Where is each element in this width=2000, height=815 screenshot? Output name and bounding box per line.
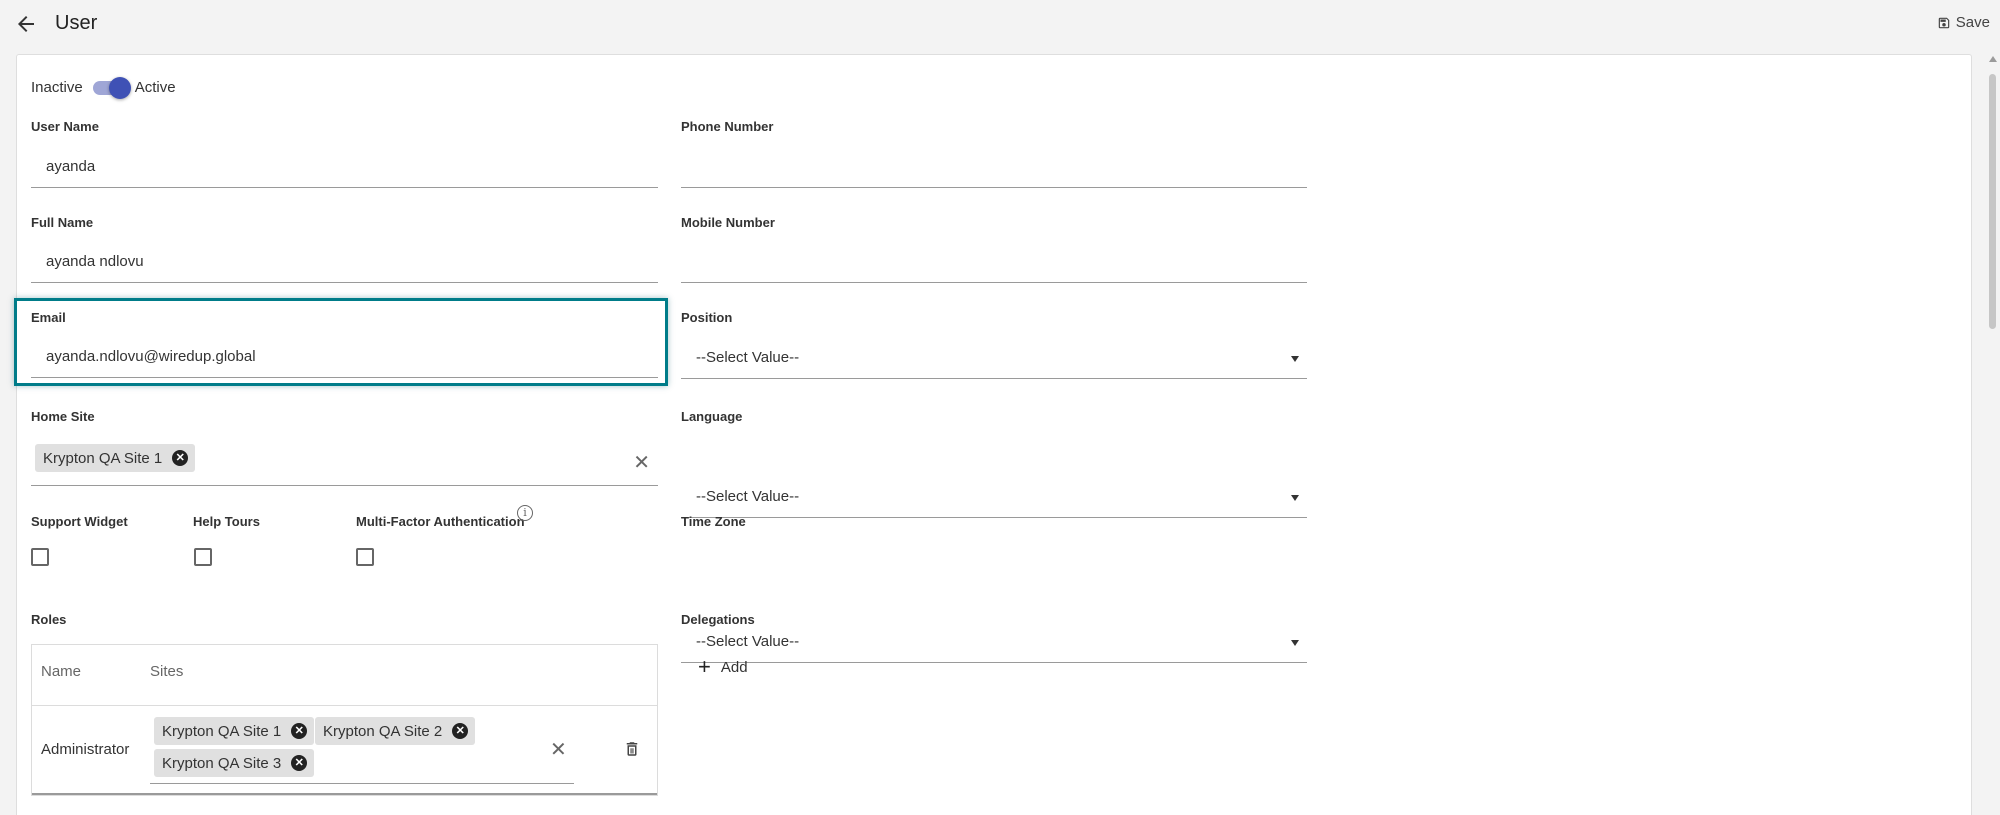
info-icon[interactable]: i: [517, 505, 533, 521]
column-header-name: Name: [41, 663, 82, 680]
toggle-knob: [108, 77, 131, 99]
active-label: Active: [134, 78, 176, 96]
chevron-down-icon: [1291, 495, 1299, 501]
scroll-up-arrow-icon[interactable]: [1989, 56, 1997, 62]
plus-icon: +: [698, 654, 711, 679]
chip-label: Krypton QA Site 1: [43, 449, 163, 467]
close-circle-icon[interactable]: ✕: [172, 450, 189, 466]
scroll-thumb[interactable]: [1989, 74, 1996, 329]
mfa-checkbox[interactable]: [356, 548, 374, 566]
active-toggle-row: Inactive Active: [31, 77, 176, 99]
support-widget-checkbox[interactable]: [31, 548, 49, 566]
row-divider: [32, 705, 657, 706]
inactive-label: Inactive: [31, 78, 83, 96]
chip-label: Krypton QA Site 1: [162, 722, 282, 740]
role-site-chip: Krypton QA Site 1 ✕: [154, 717, 315, 745]
close-circle-icon[interactable]: ✕: [452, 723, 469, 739]
mfa-label: Multi-Factor Authentication: [356, 514, 525, 529]
roles-label: Roles: [31, 612, 67, 627]
clear-home-site-icon[interactable]: ✕: [633, 450, 650, 475]
user-name-label: User Name: [31, 119, 99, 134]
user-name-input[interactable]: ayanda: [31, 148, 658, 188]
language-select[interactable]: --Select Value--: [681, 478, 1307, 518]
full-name-label: Full Name: [31, 215, 94, 230]
close-circle-icon[interactable]: ✕: [291, 755, 308, 771]
position-label: Position: [681, 310, 733, 325]
home-site-label: Home Site: [31, 409, 95, 424]
chip-label: Krypton QA Site 2: [323, 722, 443, 740]
column-header-sites: Sites: [150, 663, 184, 680]
table-bottom-border: [32, 793, 657, 795]
save-button[interactable]: Save: [1937, 14, 1990, 31]
close-circle-icon[interactable]: ✕: [291, 723, 308, 739]
trash-icon[interactable]: [623, 740, 641, 758]
home-site-chip: Krypton QA Site 1 ✕: [35, 444, 196, 472]
arrow-left-icon: [18, 16, 34, 32]
phone-number-label: Phone Number: [681, 119, 774, 134]
add-label: Add: [720, 658, 748, 676]
mobile-number-input[interactable]: [681, 243, 1307, 283]
chevron-down-icon: [1291, 356, 1299, 362]
role-site-chip: Krypton QA Site 3 ✕: [154, 749, 315, 777]
phone-number-input[interactable]: [681, 148, 1307, 188]
time-zone-select[interactable]: --Select Value--: [681, 623, 1307, 663]
save-label: Save: [1955, 14, 1990, 31]
email-label: Email: [31, 310, 66, 325]
help-tours-label: Help Tours: [193, 514, 260, 529]
language-label: Language: [681, 409, 743, 424]
vertical-scrollbar[interactable]: [1986, 52, 2000, 815]
home-site-field[interactable]: Krypton QA Site 1 ✕ ✕: [31, 438, 658, 486]
role-name: Administrator: [41, 741, 130, 758]
language-value: --Select Value--: [696, 488, 800, 505]
page-header: User Save: [0, 0, 2000, 52]
position-select[interactable]: --Select Value--: [681, 339, 1307, 379]
email-input[interactable]: ayanda.ndlovu@wiredup.global: [31, 338, 658, 378]
full-name-input[interactable]: ayanda ndlovu: [31, 243, 658, 283]
active-toggle-switch[interactable]: [91, 77, 131, 99]
mobile-number-label: Mobile Number: [681, 215, 775, 230]
clear-role-sites-icon[interactable]: ✕: [550, 737, 567, 762]
time-zone-value: --Select Value--: [696, 633, 800, 650]
add-delegation-button[interactable]: + Add: [698, 654, 748, 679]
support-widget-label: Support Widget: [31, 514, 128, 529]
roles-table: Name Sites Administrator Krypton QA Site…: [31, 644, 658, 796]
role-site-chip: Krypton QA Site 2 ✕: [315, 717, 476, 745]
chip-label: Krypton QA Site 3: [162, 754, 282, 772]
page-title: User: [55, 12, 98, 34]
save-icon: [1938, 17, 1950, 28]
chevron-down-icon: [1291, 640, 1299, 646]
help-tours-checkbox[interactable]: [194, 548, 212, 566]
role-sites-field[interactable]: Krypton QA Site 1 ✕ Krypton QA Site 2 ✕ …: [150, 717, 574, 784]
back-button[interactable]: [14, 12, 38, 36]
position-value: --Select Value--: [696, 349, 800, 366]
time-zone-label: Time Zone: [681, 514, 746, 529]
delegations-label: Delegations: [681, 612, 755, 627]
